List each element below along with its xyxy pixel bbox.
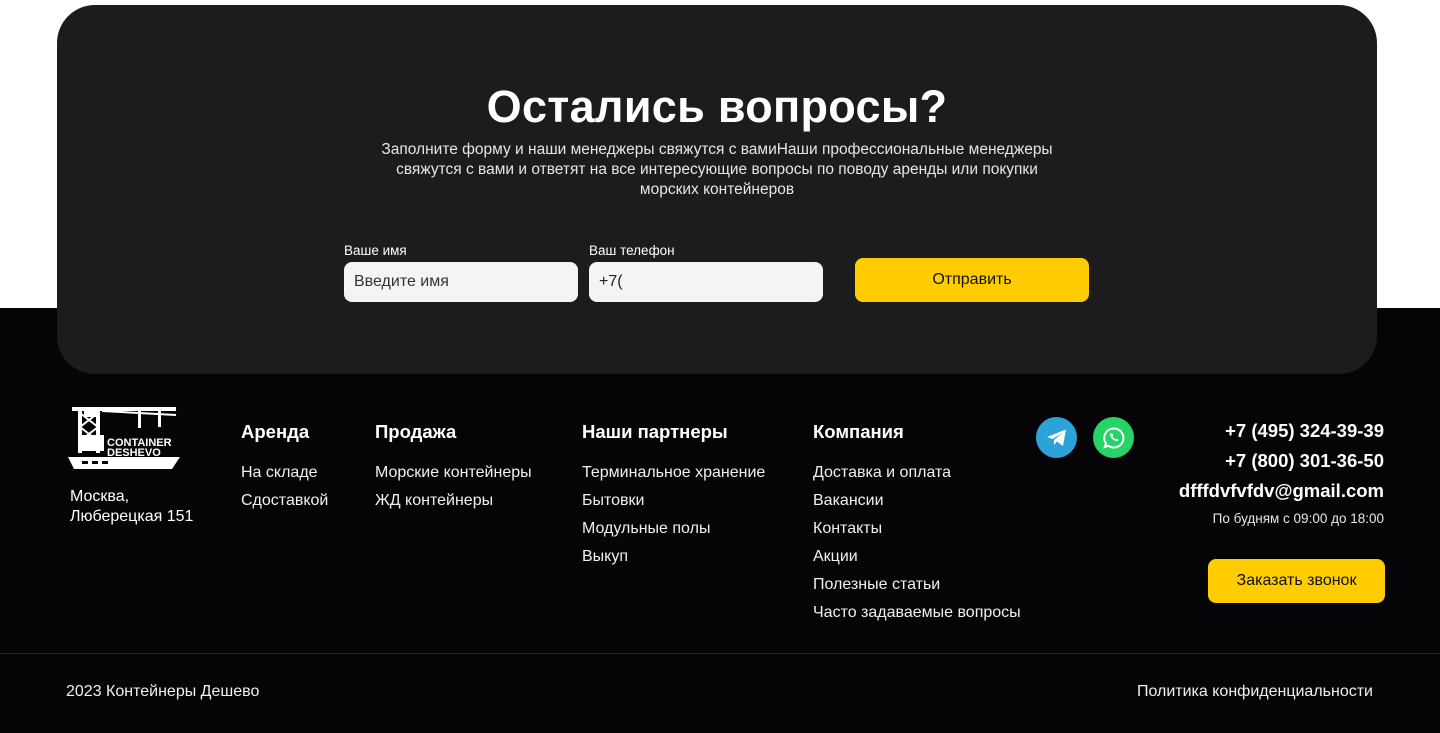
copyright-text: 2023 Контейнеры Дешево bbox=[66, 683, 260, 700]
privacy-policy-link[interactable]: Политика конфиденциальности bbox=[1137, 683, 1373, 701]
footer-link-sea-containers[interactable]: Морские контейнеры bbox=[375, 459, 532, 487]
cta-title: Остались вопросы? bbox=[486, 81, 948, 132]
footer-link-delivery[interactable]: Сдоставкой bbox=[241, 487, 328, 515]
whatsapp-link[interactable] bbox=[1093, 417, 1134, 458]
footer-link-rail-containers[interactable]: ЖД контейнеры bbox=[375, 487, 532, 515]
contact-form-card: Остались вопросы? Заполните форму и наши… bbox=[57, 5, 1377, 374]
footer-link-delivery-payment[interactable]: Доставка и оплата bbox=[813, 459, 1021, 487]
footer-link-contacts[interactable]: Контакты bbox=[813, 515, 1021, 543]
footer-column-title-partners: Наши партнеры bbox=[582, 421, 728, 442]
footer-column-rent: На складе Сдоставкой bbox=[241, 459, 328, 515]
contacts-block: +7 (495) 324-39-39 +7 (800) 301-36-50 df… bbox=[1179, 416, 1384, 532]
submit-button[interactable]: Отправить bbox=[855, 258, 1089, 302]
email-link[interactable]: dfffdvfvfdv@gmail.com bbox=[1179, 476, 1384, 506]
footer-link-promotions[interactable]: Акции bbox=[813, 543, 1021, 571]
whatsapp-icon bbox=[1102, 426, 1124, 449]
phone-link-1[interactable]: +7 (495) 324-39-39 bbox=[1179, 416, 1384, 446]
footer-link-modular-floors[interactable]: Модульные полы bbox=[582, 515, 765, 543]
working-hours: По будням с 09:00 до 18:00 bbox=[1212, 511, 1384, 526]
phone-input[interactable] bbox=[589, 262, 823, 302]
footer-link-buyback[interactable]: Выкуп bbox=[582, 543, 765, 571]
footer-link-terminal-storage[interactable]: Терминальное хранение bbox=[582, 459, 765, 487]
footer-divider bbox=[0, 653, 1440, 654]
footer-column-title-rent: Аренда bbox=[241, 421, 310, 442]
footer-link-cabins[interactable]: Бытовки bbox=[582, 487, 765, 515]
company-address: Москва, Люберецкая 151 bbox=[70, 487, 193, 527]
address-street: Люберецкая 151 bbox=[70, 508, 194, 525]
footer-link-vacancies[interactable]: Вакансии bbox=[813, 487, 1021, 515]
footer-column-company: Доставка и оплата Вакансии Контакты Акци… bbox=[813, 459, 1021, 627]
name-input[interactable] bbox=[344, 262, 578, 302]
phone-field-label: Ваш телефон bbox=[589, 243, 675, 258]
telegram-icon bbox=[1046, 429, 1066, 446]
cta-description: Заполните форму и наши менеджеры свяжутс… bbox=[381, 141, 1053, 198]
footer-column-sale: Морские контейнеры ЖД контейнеры bbox=[375, 459, 532, 515]
phone-link-2[interactable]: +7 (800) 301-36-50 bbox=[1179, 446, 1384, 476]
request-call-button[interactable]: Заказать звонок bbox=[1208, 559, 1385, 603]
footer-column-title-sale: Продажа bbox=[375, 421, 457, 442]
telegram-link[interactable] bbox=[1036, 417, 1077, 458]
footer-link-warehouse[interactable]: На складе bbox=[241, 459, 328, 487]
address-city: Москва, bbox=[70, 488, 130, 505]
company-logo[interactable]: CONTAINER DESHEVO bbox=[68, 405, 180, 471]
name-field-label: Ваше имя bbox=[344, 243, 407, 258]
footer-link-articles[interactable]: Полезные статьи bbox=[813, 571, 1021, 599]
footer-column-title-company: Компания bbox=[813, 421, 904, 442]
footer-column-partners: Терминальное хранение Бытовки Модульные … bbox=[582, 459, 765, 571]
footer-link-faq[interactable]: Часто задаваемые вопросы bbox=[813, 599, 1021, 627]
